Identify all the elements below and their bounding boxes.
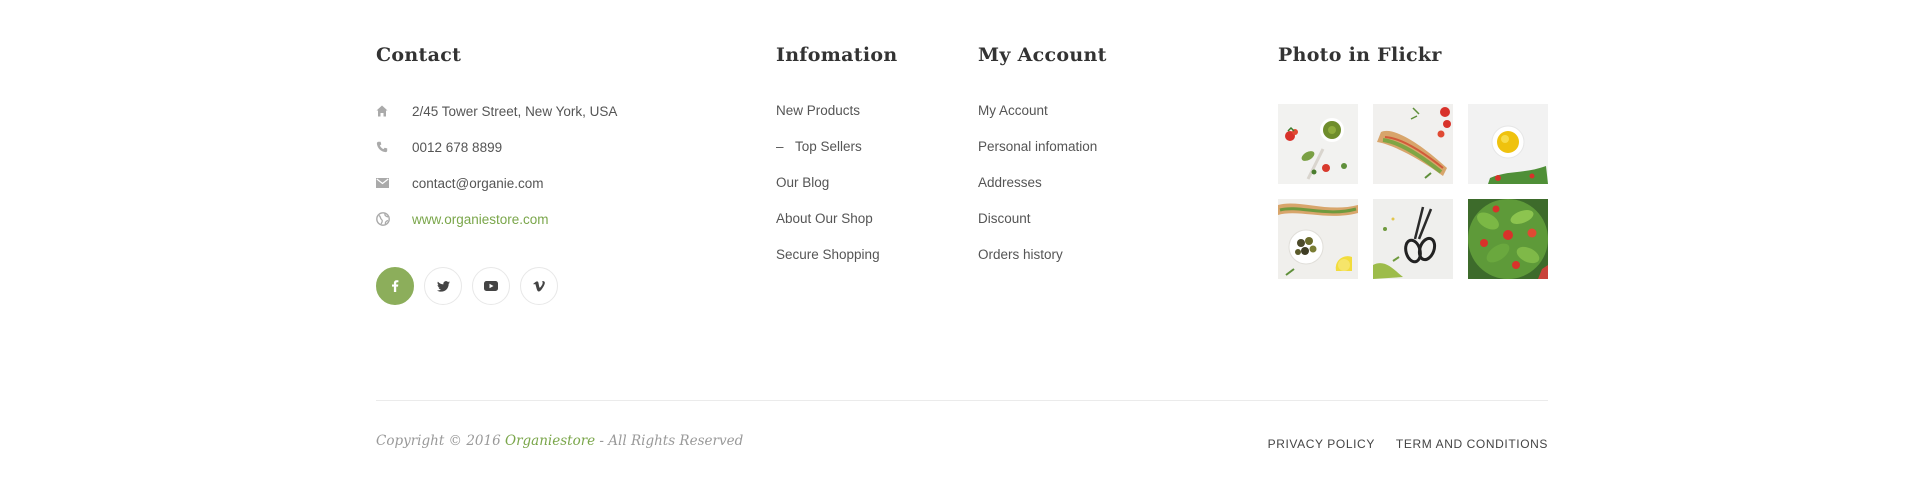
contact-phone: 0012 678 8899 [376, 137, 502, 157]
contact-email: contact@organie.com [376, 173, 544, 193]
brand-link[interactable]: Organiestore [505, 433, 595, 449]
list-item: Orders history [978, 245, 1097, 281]
flickr-photo[interactable] [1373, 199, 1453, 279]
link-orders-history[interactable]: Orders history [978, 247, 1063, 262]
link-new-products[interactable]: New Products [776, 103, 860, 118]
privacy-policy-link[interactable]: PRIVACY POLICY [1268, 437, 1375, 451]
information-links: New Products – Top Sellers Our Blog About… [776, 101, 880, 281]
list-item: – Top Sellers [776, 137, 880, 173]
copyright-prefix: Copyright © 2016 [376, 433, 505, 449]
facebook-button[interactable] [376, 267, 414, 305]
home-icon [376, 105, 412, 117]
list-item: Discount [978, 209, 1097, 245]
footer-divider [376, 400, 1548, 401]
account-heading: My Account [978, 44, 1107, 66]
flickr-photo[interactable] [1468, 104, 1548, 184]
flickr-photo[interactable] [1278, 199, 1358, 279]
list-item: Addresses [978, 173, 1097, 209]
link-about-our-shop[interactable]: About Our Shop [776, 211, 873, 226]
youtube-icon [484, 281, 498, 291]
contact-address-text: 2/45 Tower Street, New York, USA [412, 103, 618, 119]
flickr-photo[interactable] [1278, 104, 1358, 184]
flickr-gallery [1278, 104, 1548, 279]
list-item: Our Blog [776, 173, 880, 209]
account-links: My Account Personal infomation Addresses… [978, 101, 1097, 281]
link-personal-information[interactable]: Personal infomation [978, 139, 1097, 154]
social-links [376, 267, 558, 305]
copyright-text: Copyright © 2016 Organiestore - All Righ… [376, 433, 743, 449]
terms-link[interactable]: TERM AND CONDITIONS [1396, 437, 1548, 451]
contact-address: 2/45 Tower Street, New York, USA [376, 101, 617, 121]
facebook-icon [392, 280, 399, 292]
contact-website: www.organiestore.com [376, 209, 549, 229]
link-addresses[interactable]: Addresses [978, 175, 1042, 190]
youtube-button[interactable] [472, 267, 510, 305]
legal-links: PRIVACY POLICY TERM AND CONDITIONS [1268, 437, 1548, 451]
list-item: Secure Shopping [776, 245, 880, 281]
list-item: Personal infomation [978, 137, 1097, 173]
link-discount[interactable]: Discount [978, 211, 1031, 226]
copyright-suffix: - All Rights Reserved [595, 433, 744, 449]
phone-icon [376, 141, 412, 153]
contact-phone-text: 0012 678 8899 [412, 139, 503, 155]
flickr-photo[interactable] [1468, 199, 1548, 279]
flickr-heading: Photo in Flickr [1278, 44, 1442, 66]
list-item: My Account [978, 101, 1097, 137]
information-heading: Infomation [776, 44, 898, 66]
twitter-icon [436, 280, 450, 292]
twitter-button[interactable] [424, 267, 462, 305]
list-item: New Products [776, 101, 880, 137]
mail-icon [376, 178, 412, 188]
link-top-sellers[interactable]: Top Sellers [795, 139, 862, 154]
globe-icon [376, 212, 412, 226]
vimeo-icon [533, 280, 545, 292]
flickr-photo[interactable] [1373, 104, 1453, 184]
link-my-account[interactable]: My Account [978, 103, 1048, 118]
active-dash: – [776, 139, 784, 154]
vimeo-button[interactable] [520, 267, 558, 305]
contact-heading: Contact [376, 44, 462, 66]
contact-email-text: contact@organie.com [412, 175, 544, 191]
link-secure-shopping[interactable]: Secure Shopping [776, 247, 880, 262]
list-item: About Our Shop [776, 209, 880, 245]
link-our-blog[interactable]: Our Blog [776, 175, 829, 190]
website-link[interactable]: www.organiestore.com [412, 212, 549, 227]
